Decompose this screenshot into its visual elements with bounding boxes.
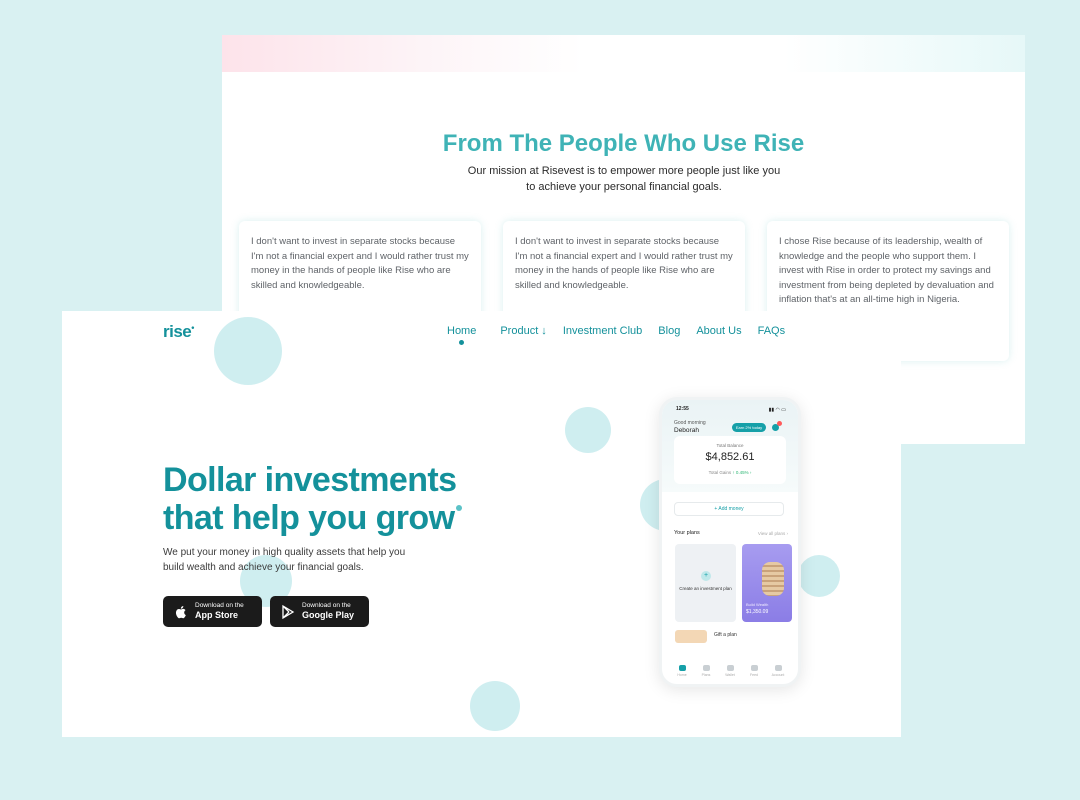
hero-subtitle: We put your money in high quality assets…	[163, 547, 406, 573]
rise-logo[interactable]: rise•	[163, 322, 194, 342]
gain-row: Total Gains ↑ 0.45% ›	[674, 470, 786, 475]
gradient-strip	[222, 35, 1025, 72]
google-play-button[interactable]: Download on the Google Play	[270, 596, 369, 627]
phone-greeting: Good morning	[674, 420, 706, 426]
plan-value: $1,350.09	[746, 609, 769, 615]
nav-blog[interactable]: Blog	[658, 325, 680, 337]
hero-section: rise• Home Product ↓ Investment Club Blo…	[62, 311, 901, 737]
phone-tab-bar: Home Plans Wallet Feed Account	[662, 658, 798, 684]
tab-home: Home	[675, 665, 689, 677]
decor-bubble	[470, 681, 520, 731]
phone-time: 12:55	[676, 406, 689, 412]
gift-label: Gift a plan	[714, 632, 737, 638]
nav-investment-club[interactable]: Investment Club	[563, 325, 642, 337]
google-play-label: Google Play	[302, 610, 355, 620]
account-icon	[774, 665, 782, 671]
hero-title-line2: that help you grow	[163, 499, 455, 537]
google-play-icon	[282, 604, 295, 619]
feed-icon	[750, 665, 758, 671]
testimonial-text: I don't want to invest in separate stock…	[251, 236, 469, 291]
phone-user-name: Deborah	[674, 427, 699, 434]
google-play-small: Download on the	[302, 602, 351, 609]
title-dot	[456, 505, 463, 511]
plans-label: Your plans	[674, 530, 700, 536]
tab-plans: Plans	[699, 665, 713, 677]
app-store-label: App Store	[195, 610, 239, 620]
main-nav: Home Product ↓ Investment Club Blog Abou…	[447, 325, 801, 345]
decor-bubble	[565, 407, 611, 453]
nav-faqs[interactable]: FAQs	[758, 325, 786, 337]
testimonial-text: I chose Rise because of its leadership, …	[779, 236, 994, 305]
app-store-small: Download on the	[195, 602, 244, 609]
view-all-link: View all plans ›	[757, 531, 788, 536]
plans-icon	[702, 665, 710, 671]
gain-label: Total Gains	[708, 470, 732, 475]
create-plan-card: + Create an investment plan	[675, 544, 736, 622]
home-icon	[678, 665, 686, 671]
bell-icon	[772, 421, 782, 431]
testimonials-title: From The People Who Use Rise	[442, 130, 805, 157]
balance-card: Total Balance $4,852.61 Total Gains ↑ 0.…	[674, 436, 786, 484]
nav-about-us[interactable]: About Us	[696, 325, 741, 337]
balance-value: $4,852.61	[705, 451, 755, 463]
decor-bubble	[214, 317, 282, 385]
coins-image	[762, 562, 784, 596]
testimonials-subtitle: Our mission at Risevest is to empower mo…	[467, 165, 781, 193]
signal-icon: ▮▮ ◠ ▭	[768, 407, 786, 413]
app-store-button[interactable]: Download on the App Store	[163, 596, 262, 627]
nav-product[interactable]: Product ↓	[500, 325, 546, 337]
phone-mockup: 12:55 ▮▮ ◠ ▭ Good morning Deborah Earn 2…	[659, 397, 801, 687]
wallet-icon	[726, 665, 734, 671]
create-plan-label: Create an investment plan	[679, 586, 732, 591]
tab-feed: Feed	[747, 665, 761, 677]
apple-icon	[175, 605, 186, 618]
tab-wallet: Wallet	[723, 665, 737, 677]
hero-title: Dollar investments that help you grow	[163, 461, 463, 537]
add-money-button: + Add money	[674, 502, 784, 516]
decor-bubble	[798, 555, 840, 597]
gain-value: ↑ 0.45% ›	[732, 470, 752, 475]
phone-earn-pill: Earn 2% today	[732, 423, 766, 432]
balance-label: Total Balance	[716, 443, 744, 448]
plan-card: Build Wealth $1,350.09	[742, 544, 792, 622]
gift-image	[675, 630, 707, 643]
plan-name: Build Wealth	[746, 602, 769, 607]
nav-home[interactable]: Home	[447, 325, 476, 345]
tab-account: Account	[771, 665, 785, 677]
hero-title-line1: Dollar investments	[163, 461, 457, 499]
plus-icon: +	[701, 571, 711, 581]
testimonial-text: I don't want to invest in separate stock…	[515, 236, 733, 291]
